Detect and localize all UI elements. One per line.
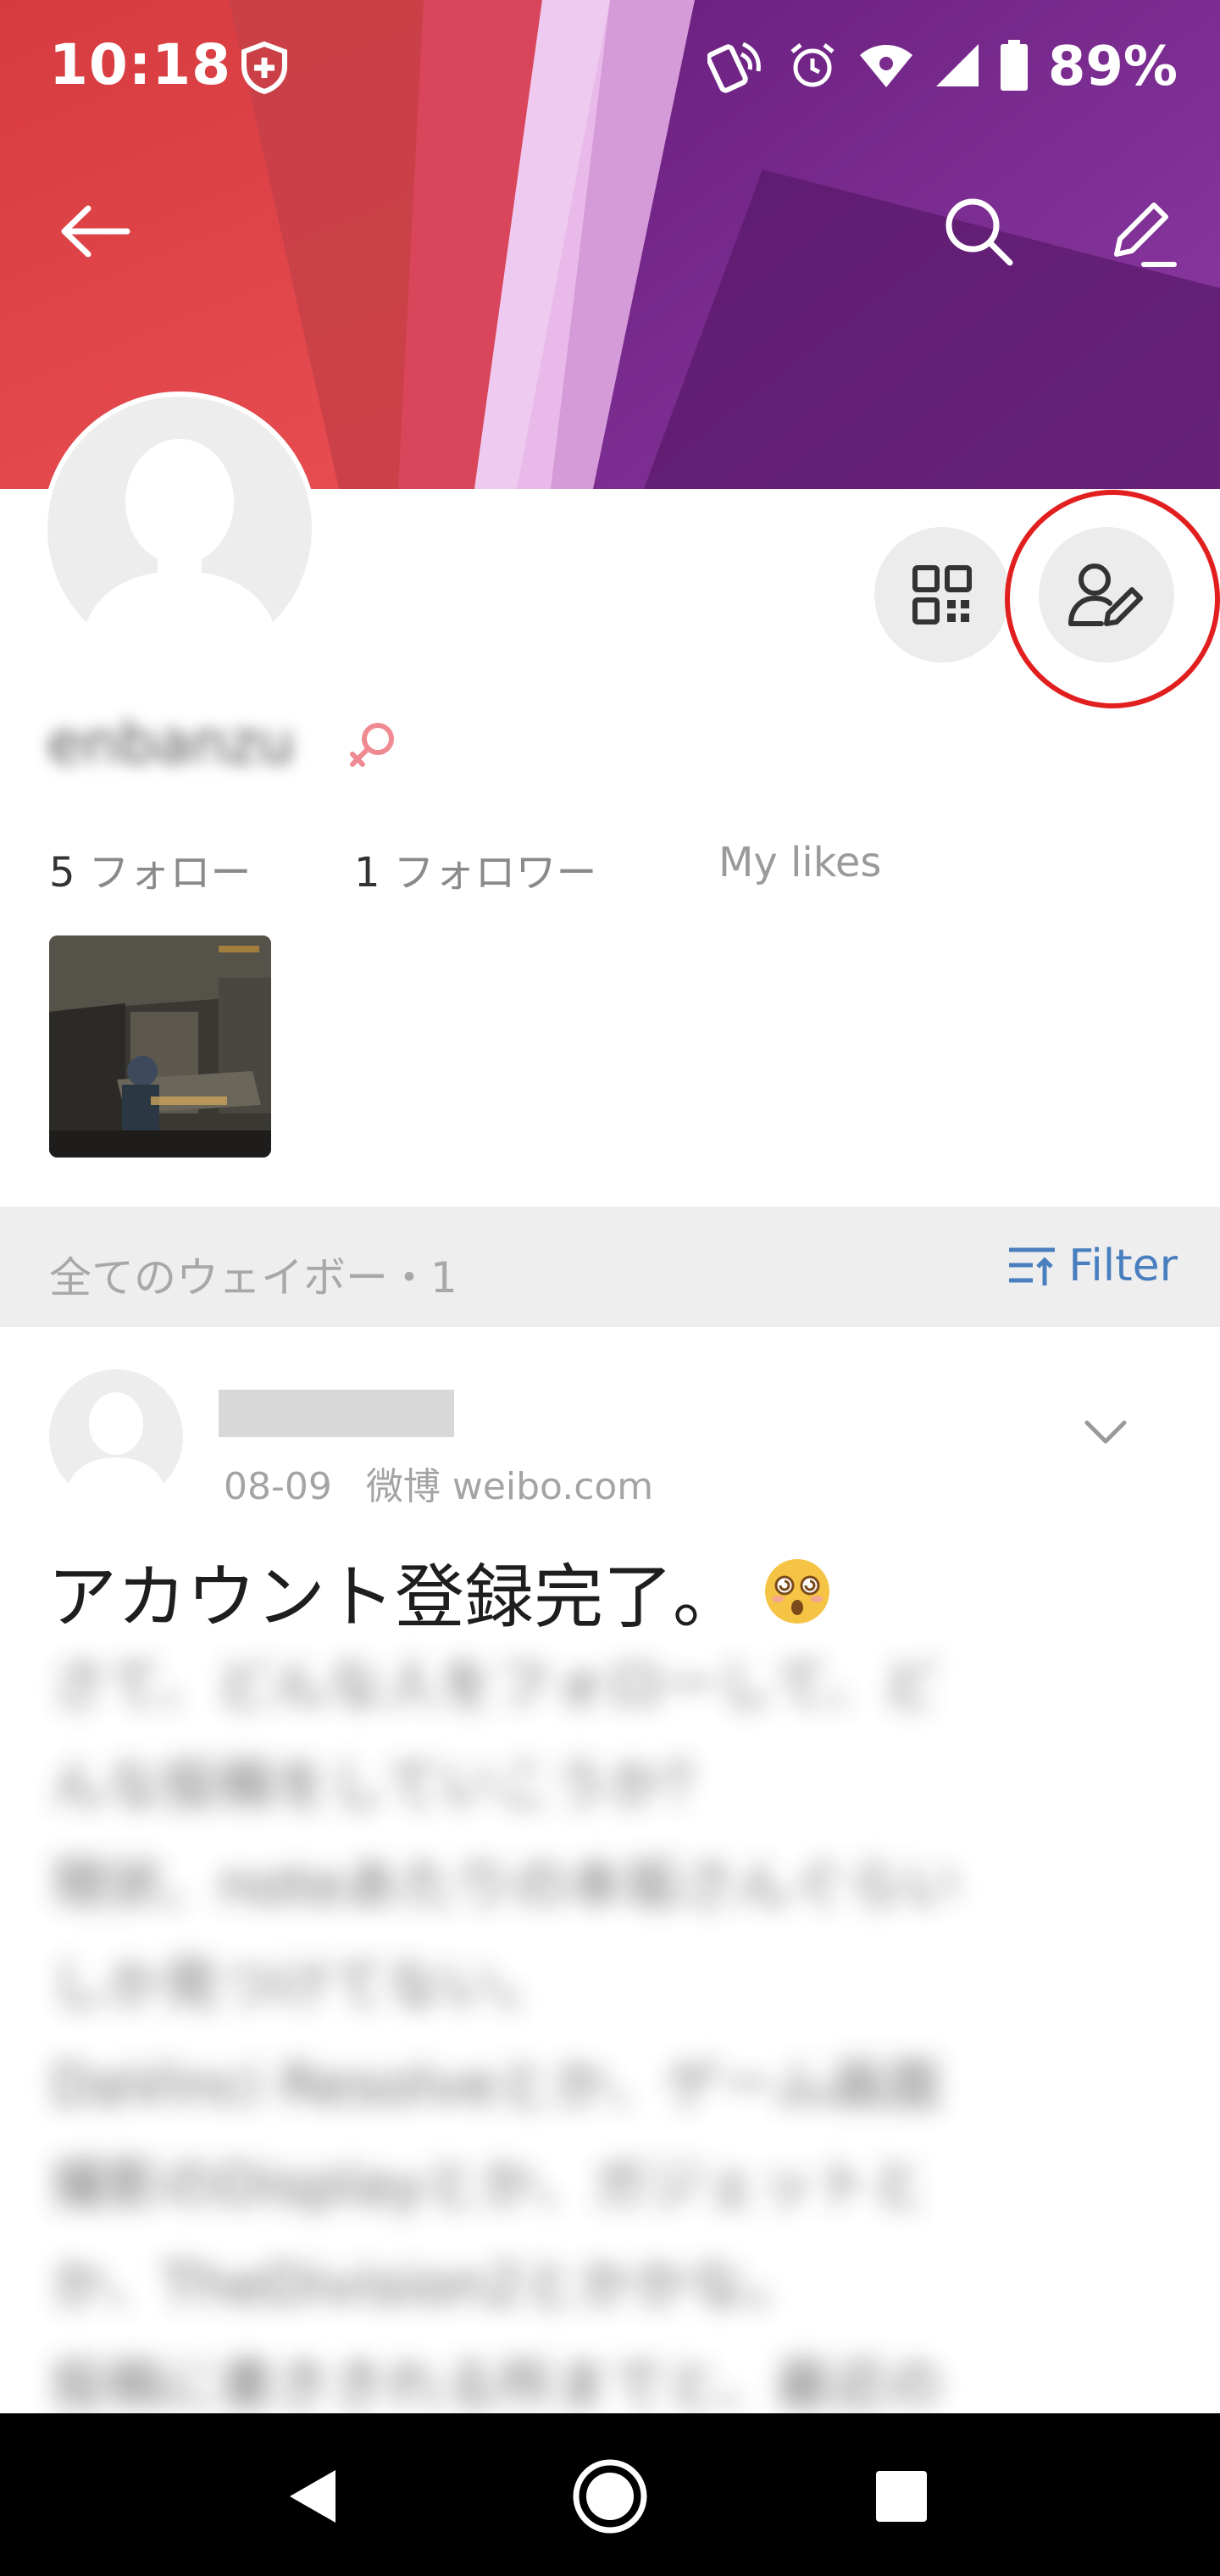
system-navigation-bar	[0, 2413, 1220, 2576]
post-author-name-redacted[interactable]	[219, 1390, 454, 1437]
square-recents-icon	[876, 2471, 927, 2522]
triangle-back-icon	[290, 2470, 336, 2523]
following-label: フォロー	[88, 849, 252, 897]
nav-back-button[interactable]	[271, 2454, 356, 2539]
post-meta: 08-09 微博 weibo.com	[224, 1456, 653, 1510]
status-icons: 89%	[706, 36, 1178, 98]
post-options-button[interactable]	[1076, 1407, 1135, 1457]
post-title-text: アカウント登録完了。	[47, 1557, 743, 1638]
nav-recents-button[interactable]	[859, 2454, 944, 2539]
post-source: 微博 weibo.com	[365, 1465, 654, 1508]
profile-username: enbanzu	[47, 710, 295, 777]
alarm-icon	[787, 40, 838, 94]
default-user-icon	[64, 1392, 168, 1503]
photo-thumbnail[interactable]	[49, 935, 271, 1158]
circle-home-icon	[573, 2459, 647, 2534]
status-time: 10:18	[49, 32, 232, 97]
dizzy-face-emoji-icon	[762, 1557, 832, 1626]
qr-code-button[interactable]	[874, 527, 1010, 663]
pencil-icon	[1114, 203, 1177, 267]
avatar-placeholder	[47, 397, 312, 661]
nfc-icon	[706, 37, 767, 97]
user-edit-icon	[1068, 564, 1143, 626]
post-body-line: 現状、noteあたりの本垢さんぐらい	[51, 1852, 960, 1918]
weibo-filter-bar: 全てのウェイボー・1 Filter	[0, 1207, 1220, 1327]
compose-button[interactable]	[1093, 185, 1186, 278]
status-bar: 10:18 89%	[0, 0, 1220, 144]
post-body-line: 投稿に書ききれる所までと、最近の	[51, 2352, 944, 2415]
filter-label: Filter	[1068, 1241, 1178, 1291]
chevron-down-icon	[1084, 1420, 1127, 1444]
post-body: さて、どんな人をフォローして、ど んな投稿をしていこうか？ 現状、noteあたり…	[25, 1635, 1212, 2415]
following-count: 5	[49, 849, 75, 897]
battery-icon	[1000, 40, 1028, 94]
female-icon	[347, 720, 398, 780]
search-icon	[946, 198, 1013, 266]
post-date: 08-09	[224, 1465, 332, 1508]
search-button[interactable]	[932, 185, 1025, 278]
post-title: アカウント登録完了。	[47, 1541, 832, 1641]
post-body-line: んな投稿をしていこうか？	[51, 1752, 721, 1818]
post-body-line: DaVinci Resolveとか、ゲーム画面	[51, 2052, 942, 2118]
post-body-line: しか見つけてない。	[51, 1952, 554, 2018]
nav-home-button[interactable]	[568, 2454, 652, 2539]
shield-plus-icon	[239, 41, 290, 98]
qr-code-icon	[912, 565, 972, 625]
all-weibo-count: 全てのウェイボー・1	[49, 1253, 458, 1302]
followers-label: フォロワー	[393, 849, 597, 897]
followers-stat[interactable]: 1 フォロワー	[354, 839, 718, 898]
my-likes-label: My likes	[718, 839, 882, 886]
signal-icon	[934, 42, 980, 92]
arrow-left-icon	[61, 205, 130, 258]
edit-profile-button[interactable]	[1039, 527, 1174, 663]
wifi-icon	[858, 42, 914, 92]
post-body-line: 撮影のDisplayとか、ガジェットと	[51, 2152, 927, 2218]
post-author-avatar[interactable]	[49, 1369, 183, 1503]
filter-icon	[1009, 1247, 1056, 1285]
post-body-line: さて、どんな人をフォローして、ど	[51, 1652, 939, 1718]
back-button[interactable]	[49, 185, 142, 278]
following-stat[interactable]: 5 フォロー	[49, 839, 354, 898]
my-likes-link[interactable]: My likes	[718, 839, 881, 898]
followers-count: 1	[354, 849, 380, 897]
post-body-line: か、TheDivision2とかかな。	[51, 2252, 802, 2318]
profile-avatar[interactable]	[42, 391, 317, 666]
filter-button[interactable]: Filter	[1007, 1241, 1178, 1291]
default-user-icon	[78, 439, 281, 661]
post-body-text: さて、どんな人をフォローして、ど んな投稿をしていこうか？ 現状、noteあたり…	[25, 1635, 1212, 2415]
game-screenshot-image	[49, 935, 271, 1158]
profile-stats: 5 フォロー 1 フォロワー My likes	[49, 839, 881, 898]
battery-percent: 89%	[1047, 36, 1178, 98]
